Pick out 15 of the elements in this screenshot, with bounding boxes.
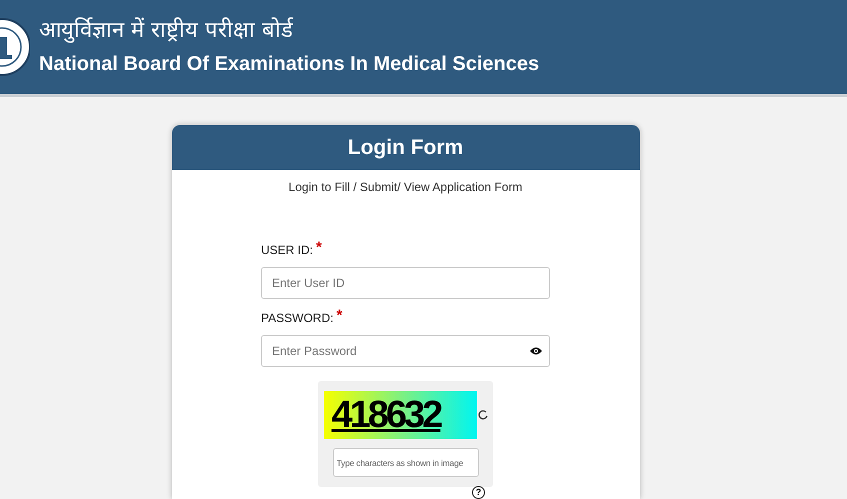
field-label: USER ID: [261,242,314,259]
form-title: Login Form [348,134,464,161]
user-id-field[interactable]: Enter User ID [261,267,550,299]
required-mark: * [316,241,322,255]
english-title: National Board Of Examinations In Medical Sciences [39,52,540,76]
help-icon[interactable]: ? [472,486,485,499]
form-subtitle: Login to Fill / Submit/ View Application Form [288,179,522,196]
required-mark: * [336,309,342,323]
captcha-text: 418632 [332,392,440,438]
password-field[interactable]: Enter Password [261,335,550,367]
captcha-field[interactable]: Type characters as shown in image [332,448,478,477]
refresh-icon[interactable] [478,409,488,421]
hindi-title: आयुर्विज्ञान में राष्ट्रीय परीक्षा बोर्ड [39,18,294,44]
field-label: PASSWORD: [261,310,334,327]
eye-icon[interactable] [530,347,542,355]
